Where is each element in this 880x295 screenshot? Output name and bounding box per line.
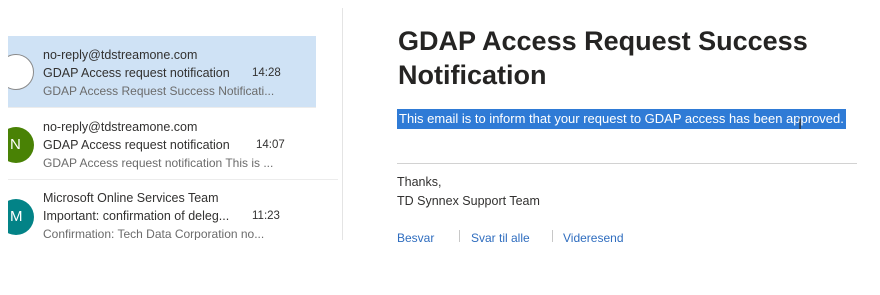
reply-actions: Besvar Svar til alle Videresend: [397, 230, 697, 242]
mail-list-item-3[interactable]: M Microsoft Online Services Team Importa…: [8, 180, 338, 240]
mail-preview: Confirmation: Tech Data Corporation no..…: [43, 227, 265, 240]
email-body-selected-text[interactable]: This email is to inform that your reques…: [397, 109, 846, 129]
reply-all-button[interactable]: Svar til alle: [471, 231, 530, 242]
avatar: N: [8, 127, 34, 163]
mail-subject: Important: confirmation of deleg...: [43, 209, 230, 223]
mail-list-item-2[interactable]: N no-reply@tdstreamone.com GDAP Access r…: [8, 108, 338, 180]
mail-sender: Microsoft Online Services Team: [43, 191, 219, 205]
email-closing: Thanks,: [397, 175, 442, 189]
mail-subject: GDAP Access request notification: [43, 138, 230, 152]
mail-list-item-1[interactable]: no-reply@tdstreamone.com GDAP Access req…: [8, 36, 316, 108]
reading-pane: GDAP Access Request Success Notification…: [380, 0, 880, 245]
mail-preview: GDAP Access request notification This is…: [43, 156, 274, 170]
avatar: M: [8, 199, 34, 235]
mail-sender: no-reply@tdstreamone.com: [43, 120, 198, 134]
reply-button[interactable]: Besvar: [397, 231, 434, 242]
mail-time: 11:23: [252, 210, 280, 222]
mail-time: 14:28: [252, 67, 281, 79]
mail-preview: GDAP Access Request Success Notificati..…: [43, 84, 275, 98]
mail-list: no-reply@tdstreamone.com GDAP Access req…: [8, 8, 343, 240]
unread-circle-icon[interactable]: [8, 54, 34, 90]
text-cursor-icon: Ⅰ: [798, 116, 803, 132]
mail-subject: GDAP Access request notification: [43, 66, 230, 80]
divider: [459, 230, 460, 242]
divider: [397, 163, 857, 164]
screenshot-canvas: no-reply@tdstreamone.com GDAP Access req…: [0, 0, 880, 295]
mail-time: 14:07: [256, 139, 285, 151]
email-subject-heading: GDAP Access Request Success Notification: [398, 26, 808, 90]
divider: [552, 230, 553, 242]
mail-sender: no-reply@tdstreamone.com: [43, 48, 198, 62]
email-signature: TD Synnex Support Team: [397, 194, 540, 208]
forward-button[interactable]: Videresend: [563, 231, 624, 242]
